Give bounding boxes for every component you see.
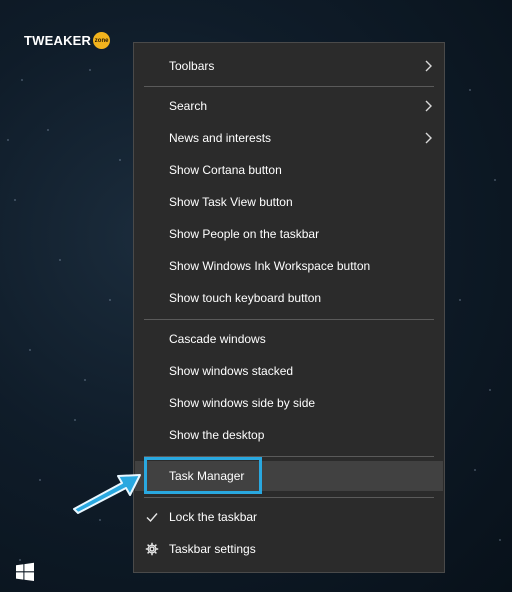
menu-item-lock-the-taskbar[interactable]: Lock the taskbar <box>135 502 443 532</box>
menu-item-taskbar-settings[interactable]: Taskbar settings <box>135 534 443 564</box>
tweaker-zone-logo: TWEAKER zone <box>24 32 111 49</box>
menu-item-label: Toolbars <box>169 59 215 73</box>
menu-item-label: Show People on the taskbar <box>169 227 320 241</box>
menu-item-label: Show Windows Ink Workspace button <box>169 259 371 273</box>
menu-item-label: Show touch keyboard button <box>169 291 322 305</box>
menu-item-label: Show windows side by side <box>169 396 316 410</box>
task-manager-highlight-box <box>144 457 262 494</box>
menu-item-toolbars[interactable]: Toolbars <box>135 51 443 81</box>
logo-text: TWEAKER <box>24 33 92 48</box>
menu-separator <box>144 319 434 320</box>
windows-logo-icon[interactable] <box>15 562 35 582</box>
menu-item-label: Show windows stacked <box>169 364 294 378</box>
menu-item-show-touch-keyboard[interactable]: Show touch keyboard button <box>135 283 443 313</box>
menu-item-label: News and interests <box>169 131 272 145</box>
menu-item-label: Lock the taskbar <box>169 510 258 524</box>
menu-item-show-the-desktop[interactable]: Show the desktop <box>135 420 443 450</box>
menu-separator <box>144 497 434 498</box>
menu-item-show-windows-side-by-side[interactable]: Show windows side by side <box>135 388 443 418</box>
menu-item-show-windows-stacked[interactable]: Show windows stacked <box>135 356 443 386</box>
gear-icon <box>145 542 159 556</box>
menu-separator <box>144 86 434 87</box>
menu-item-show-windows-ink[interactable]: Show Windows Ink Workspace button <box>135 251 443 281</box>
chevron-right-icon <box>425 60 432 72</box>
menu-item-show-task-view-button[interactable]: Show Task View button <box>135 187 443 217</box>
pointer-arrow-icon <box>73 474 141 514</box>
menu-item-show-cortana-button[interactable]: Show Cortana button <box>135 155 443 185</box>
menu-item-search[interactable]: Search <box>135 91 443 121</box>
checkmark-icon <box>146 513 158 523</box>
menu-item-label: Show Task View button <box>169 195 293 209</box>
chevron-right-icon <box>425 132 432 144</box>
menu-item-cascade-windows[interactable]: Cascade windows <box>135 324 443 354</box>
menu-item-news-and-interests[interactable]: News and interests <box>135 123 443 153</box>
menu-item-label: Taskbar settings <box>169 542 256 556</box>
menu-item-label: Search <box>169 99 208 113</box>
logo-badge: zone <box>93 32 111 49</box>
menu-item-label: Cascade windows <box>169 332 266 346</box>
menu-item-label: Show Cortana button <box>169 163 282 177</box>
menu-item-show-people[interactable]: Show People on the taskbar <box>135 219 443 249</box>
chevron-right-icon <box>425 100 432 112</box>
menu-item-label: Show the desktop <box>169 428 265 442</box>
